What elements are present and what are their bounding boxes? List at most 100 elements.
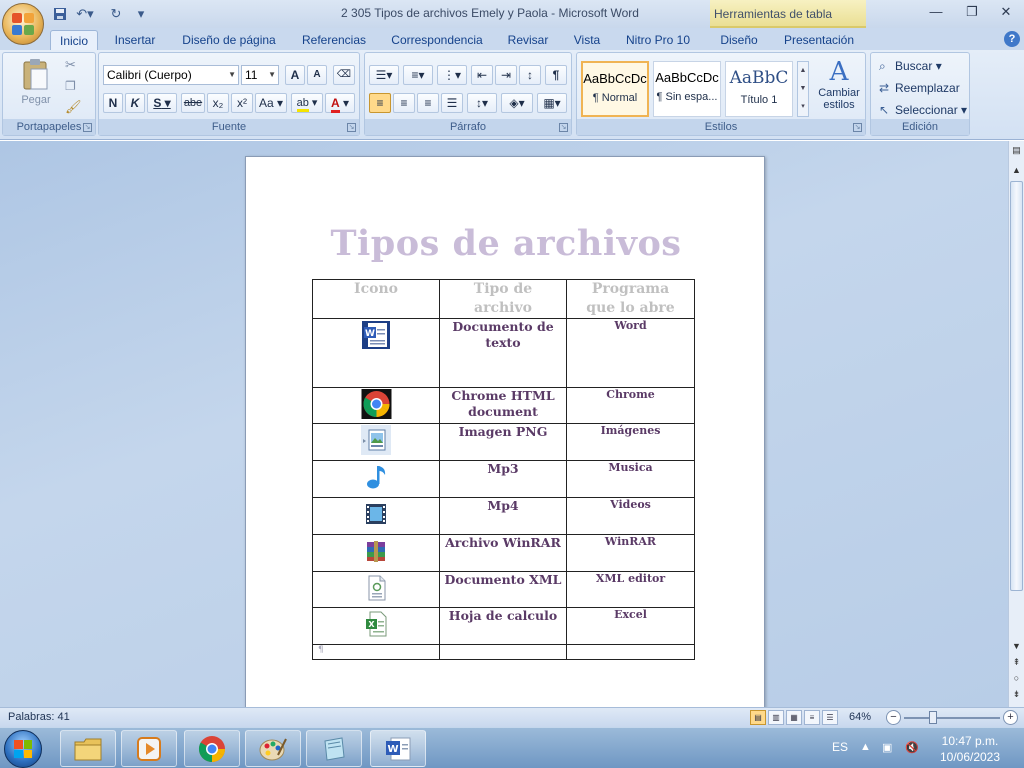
document-page[interactable]: Tipos de archivos Icono Tipo de archivo P… — [245, 156, 765, 707]
previous-page-icon[interactable]: ⇞ — [1009, 655, 1024, 669]
zoom-slider-track[interactable] — [904, 717, 1000, 719]
justify-button[interactable]: ☰ — [441, 93, 463, 113]
program-cell[interactable]: Excel — [566, 607, 695, 645]
taskbar-notes[interactable] — [306, 730, 362, 767]
program-cell[interactable]: Musica — [566, 460, 695, 498]
close-button[interactable]: ✕ — [992, 2, 1020, 22]
shrink-font-button[interactable]: A — [307, 65, 327, 85]
scroll-down-icon[interactable]: ▼ — [1009, 639, 1024, 653]
table-header-row[interactable]: Icono Tipo de archivo Programa que lo abre — [312, 279, 695, 319]
paragraph-mark[interactable]: ¶ — [312, 644, 440, 660]
volume-muted-icon[interactable]: 🔇 — [905, 741, 919, 754]
language-indicator[interactable]: ES — [832, 740, 848, 754]
change-styles-button[interactable]: A Cambiar estilos — [815, 57, 863, 111]
type-cell[interactable]: Archivo WinRAR — [439, 534, 567, 572]
program-cell[interactable]: Word — [566, 318, 695, 388]
find-button[interactable]: ⌕ Buscar ▾ — [879, 57, 942, 75]
document-area[interactable]: Tipos de archivos Icono Tipo de archivo P… — [0, 141, 1008, 707]
icon-cell[interactable]: W — [312, 318, 440, 388]
type-cell[interactable]: Documento XML — [439, 571, 567, 608]
grow-font-button[interactable]: A — [285, 65, 305, 85]
empty-cell[interactable] — [566, 644, 695, 660]
browse-object-icon[interactable]: ○ — [1009, 671, 1024, 685]
draft-view-icon[interactable]: ☰ — [822, 710, 838, 725]
type-cell[interactable]: Mp4 — [439, 497, 567, 535]
table-row[interactable]: ¶ — [312, 644, 695, 660]
tab-vista[interactable]: Vista — [566, 30, 608, 50]
font-name-combo[interactable]: Calibri (Cuerpo) ▼ — [103, 65, 239, 85]
line-spacing-button[interactable]: ↕▾ — [467, 93, 497, 113]
strikethrough-button[interactable]: abe — [181, 93, 205, 113]
copy-icon[interactable]: ❐ — [65, 79, 76, 93]
full-screen-reading-icon[interactable]: ▥ — [768, 710, 784, 725]
sort-button[interactable]: ↕ — [519, 65, 541, 85]
type-cell[interactable]: Documento de texto — [439, 318, 567, 388]
format-painter-icon[interactable]: 🖌 — [65, 99, 82, 115]
word-count[interactable]: Palabras: 41 — [8, 711, 70, 723]
office-button[interactable] — [2, 3, 44, 45]
next-page-icon[interactable]: ⇟ — [1009, 687, 1024, 701]
taskbar-word[interactable]: W — [370, 730, 426, 767]
align-right-button[interactable]: ≡ — [417, 93, 439, 113]
print-layout-view-icon[interactable]: ▤ — [750, 710, 766, 725]
header-icono[interactable]: Icono — [312, 279, 440, 319]
highlight-button[interactable]: ab ▾ — [291, 93, 323, 113]
subscript-button[interactable]: x₂ — [207, 93, 229, 113]
program-cell[interactable]: Chrome — [566, 387, 695, 424]
tab-correspondencia[interactable]: Correspondencia — [384, 30, 490, 50]
tab-inicio[interactable]: Inicio — [50, 30, 98, 50]
icon-cell[interactable] — [312, 571, 440, 608]
start-button[interactable] — [4, 730, 42, 768]
tab-diseno[interactable]: Diseño — [712, 30, 766, 50]
table-row[interactable]: Chrome HTML document Chrome — [312, 387, 695, 424]
zoom-in-icon[interactable]: + — [1003, 710, 1018, 725]
type-cell[interactable]: Hoja de calculo — [439, 607, 567, 645]
italic-button[interactable]: K — [125, 93, 145, 113]
tab-insertar[interactable]: Insertar — [106, 30, 164, 50]
table-row[interactable]: W Documento de texto Word — [312, 318, 695, 388]
restore-button[interactable]: ❐ — [958, 2, 986, 22]
replace-button[interactable]: ⇄ Reemplazar — [879, 79, 960, 97]
program-cell[interactable]: WinRAR — [566, 534, 695, 572]
network-icon[interactable]: ▣ — [882, 741, 892, 754]
type-cell[interactable]: Mp3 — [439, 460, 567, 498]
ruler-toggle-icon[interactable]: ▤ — [1009, 143, 1024, 157]
web-layout-icon[interactable]: ▦ — [786, 710, 802, 725]
font-launcher-icon[interactable]: ↘ — [347, 123, 356, 132]
taskbar-chrome[interactable] — [184, 730, 240, 767]
font-color-button[interactable]: A ▾ — [325, 93, 355, 113]
outline-view-icon[interactable]: ≡ — [804, 710, 820, 725]
file-types-table[interactable]: Icono Tipo de archivo Programa que lo abre… — [312, 279, 695, 660]
align-left-button[interactable]: ≡ — [369, 93, 391, 113]
show-hidden-icons-icon[interactable]: ▲ — [860, 741, 871, 753]
header-programa[interactable]: Programa que lo abre — [566, 279, 695, 319]
tab-diseno-pagina[interactable]: Diseño de página — [174, 30, 284, 50]
icon-cell[interactable] — [312, 460, 440, 498]
taskbar-explorer[interactable] — [60, 730, 116, 767]
tab-presentacion[interactable]: Presentación — [776, 30, 862, 50]
taskbar-paint[interactable] — [245, 730, 301, 767]
superscript-button[interactable]: x² — [231, 93, 253, 113]
font-size-combo[interactable]: 11 ▼ — [241, 65, 279, 85]
icon-cell[interactable] — [312, 423, 440, 461]
styles-scroll[interactable]: ▲ ▼ ▾ — [797, 61, 809, 117]
style-titulo-1[interactable]: AaBbC Título 1 — [725, 61, 793, 117]
bullets-button[interactable]: ☰▾ — [369, 65, 399, 85]
decrease-indent-button[interactable]: ⇤ — [471, 65, 493, 85]
table-row[interactable]: Documento XML XML editor — [312, 571, 695, 608]
program-cell[interactable]: Videos — [566, 497, 695, 535]
clock[interactable]: 10:47 p.m. 10/06/2023 — [935, 733, 1005, 765]
type-cell[interactable]: Chrome HTML document — [439, 387, 567, 424]
help-icon[interactable]: ? — [1004, 31, 1020, 47]
increase-indent-button[interactable]: ⇥ — [495, 65, 517, 85]
header-tipo-archivo[interactable]: Tipo de archivo — [439, 279, 567, 319]
document-title[interactable]: Tipos de archivos — [246, 223, 766, 264]
table-row[interactable]: Imagen PNG Imágenes — [312, 423, 695, 461]
cut-icon[interactable]: ✂ — [65, 57, 76, 73]
table-row[interactable]: Mp3 Musica — [312, 460, 695, 498]
shading-button[interactable]: ◈▾ — [501, 93, 533, 113]
underline-button[interactable]: S ▾ — [147, 93, 177, 113]
table-row[interactable]: Mp4 Videos — [312, 497, 695, 535]
program-cell[interactable]: Imágenes — [566, 423, 695, 461]
change-case-button[interactable]: Aa ▾ — [255, 93, 287, 113]
